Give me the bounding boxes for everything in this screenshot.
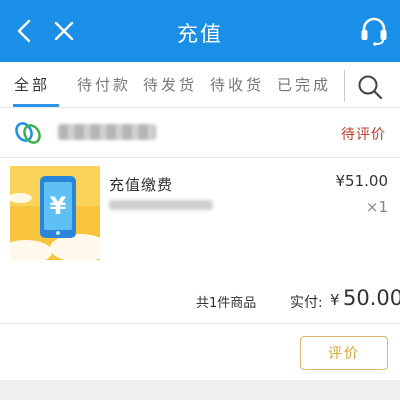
paid-amount: 50.00 (343, 286, 400, 310)
order-card[interactable]: 待评价 ¥ 充值缴费 ¥51.00 ×1 共1件商品 实付: ¥ 50.00 评… (0, 108, 400, 380)
active-tab-indicator (13, 104, 59, 107)
product-name: 充值缴费 (109, 176, 174, 194)
tab-pending-payment[interactable]: 待付款 (77, 74, 131, 95)
store-name-redacted (58, 124, 156, 140)
top-bar: 充值 (0, 0, 400, 62)
product-row[interactable]: ¥ 充值缴费 ¥51.00 ×1 (0, 164, 400, 268)
item-count: 共1件商品 (196, 296, 257, 311)
customer-service-button[interactable] (356, 13, 392, 49)
tab-divider (344, 70, 345, 102)
product-quantity: ×1 (365, 198, 388, 216)
product-price: ¥51.00 (335, 172, 389, 190)
tab-all[interactable]: 全部 (14, 74, 50, 95)
paid-currency: ¥ (330, 291, 340, 309)
svg-text:¥: ¥ (50, 192, 67, 220)
china-mobile-logo-icon (15, 122, 41, 144)
product-thumbnail: ¥ (10, 166, 100, 260)
page-title: 充值 (177, 22, 223, 46)
search-icon (358, 75, 383, 100)
tab-pending-shipment[interactable]: 待发货 (143, 74, 197, 95)
order-status-badge: 待评价 (341, 127, 386, 143)
search-button[interactable] (355, 72, 385, 102)
rate-button[interactable]: 评价 (300, 336, 388, 370)
tab-completed[interactable]: 已完成 (277, 74, 331, 95)
yuan-phone-icon: ¥ (10, 166, 100, 260)
order-summary: 共1件商品 实付: ¥ 50.00 (0, 280, 400, 324)
store-row: 待评价 (0, 108, 400, 158)
order-tabs: 全部 待付款 待发货 待收货 已完成 (0, 62, 400, 108)
headset-icon (361, 17, 387, 46)
product-detail-redacted (109, 200, 213, 210)
tab-pending-receipt[interactable]: 待收货 (210, 74, 264, 95)
paid-label: 实付: (290, 295, 323, 311)
